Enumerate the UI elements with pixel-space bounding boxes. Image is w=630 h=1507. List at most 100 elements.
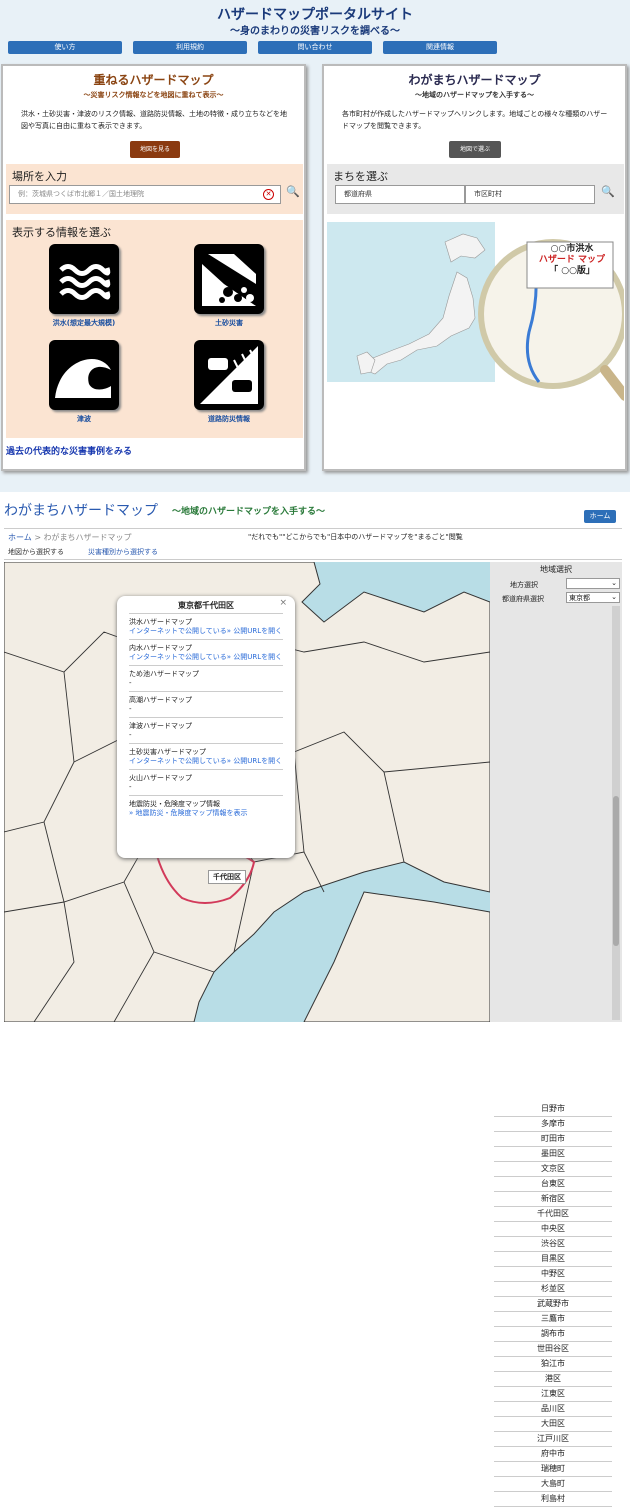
japan-map-image[interactable]: ○○市洪水 ハザード マップ 「 ○○版」 xyxy=(327,222,624,466)
choose-on-map-button[interactable]: 地図で選ぶ xyxy=(449,141,501,158)
list-scrollbar[interactable] xyxy=(612,606,620,1020)
popup-item: 津波ハザードマップ - xyxy=(129,718,283,744)
municipality-item[interactable]: 中野区 xyxy=(494,1267,612,1282)
tsunami-icon[interactable] xyxy=(49,340,119,410)
chevron-down-icon: ⌄ xyxy=(611,593,617,601)
magnifier-line: ハザード マップ xyxy=(538,255,606,265)
municipality-item[interactable]: 港区 xyxy=(494,1372,612,1387)
hazard-label[interactable]: 津波 xyxy=(29,414,139,424)
home-button[interactable]: ホーム xyxy=(584,510,616,523)
site-title: ハザードマップポータルサイト xyxy=(217,7,413,23)
municipality-item[interactable]: 新宿区 xyxy=(494,1192,612,1207)
scrollbar-thumb[interactable] xyxy=(613,796,619,946)
nav-related[interactable]: 関連情報 xyxy=(383,41,497,54)
item-link[interactable]: インターネットで公開している» 公開URLを開く xyxy=(129,653,283,662)
municipality-item[interactable]: 文京区 xyxy=(494,1162,612,1177)
municipality-item[interactable]: 府中市 xyxy=(494,1447,612,1462)
area-label: 地方選択 xyxy=(510,581,538,589)
municipality-item[interactable]: 大田区 xyxy=(494,1417,612,1432)
municipality-item[interactable]: 狛江市 xyxy=(494,1357,612,1372)
municipality-item[interactable]: 世田谷区 xyxy=(494,1342,612,1357)
flood-icon[interactable] xyxy=(49,244,119,314)
overlay-map-panel: 重ねるハザードマップ 〜災害リスク情報などを地図に重ねて表示〜 洪水・土砂災害・… xyxy=(1,64,306,471)
municipality-item[interactable]: 杉並区 xyxy=(494,1282,612,1297)
municipality-item[interactable]: 大島町 xyxy=(494,1477,612,1492)
item-link[interactable]: インターネットで公開している» 公開URLを開く xyxy=(129,627,283,636)
municipality-item[interactable]: 調布市 xyxy=(494,1327,612,1342)
place-box: 場所を入力 例：茨城県つくば市北郷１／国土地理院 ✕ 🔍 xyxy=(6,164,303,214)
search-icon[interactable]: 🔍 xyxy=(284,185,302,204)
municipality-item[interactable]: 千代田区 xyxy=(494,1207,612,1222)
tab-hazard-type[interactable]: 災害種別から選択する xyxy=(88,547,158,557)
place-search-input[interactable]: 例：茨城県つくば市北郷１／国土地理院 xyxy=(9,185,281,204)
nav-contact[interactable]: 問い合わせ xyxy=(258,41,372,54)
municipality-item[interactable]: 墨田区 xyxy=(494,1147,612,1162)
area-popup: × 東京都千代田区 洪水ハザードマップ インターネットで公開している» 公開URL… xyxy=(117,596,295,858)
municipality-item[interactable]: 日野市 xyxy=(494,1102,612,1117)
portal-section: ハザードマップポータルサイト 〜身のまわりの災害リスクを調べる〜 使い方 利用規… xyxy=(0,0,630,492)
view-map-button[interactable]: 地図を見る xyxy=(130,141,180,158)
info-heading: 表示する情報を選ぶ xyxy=(12,226,111,239)
popup-item: 高潮ハザードマップ - xyxy=(129,692,283,718)
magnifier-text: ○○市洪水 ハザード マップ 「 ○○版」 xyxy=(532,244,612,277)
city-select[interactable]: 市区町村 xyxy=(465,185,595,204)
nav-usage[interactable]: 使い方 xyxy=(8,41,122,54)
municipality-item[interactable]: 目黒区 xyxy=(494,1252,612,1267)
local-map-panel: わがまちハザードマップ 〜地域のハザードマップを入手する〜 各市町村が作成したハ… xyxy=(322,64,627,471)
past-disasters-link[interactable]: 過去の代表的な災害事例をみる xyxy=(6,444,132,457)
breadcrumb-home[interactable]: ホーム xyxy=(8,533,32,542)
municipality-item[interactable]: 品川区 xyxy=(494,1402,612,1417)
popup-item: 洪水ハザードマップ インターネットで公開している» 公開URLを開く xyxy=(129,614,283,640)
municipality-item[interactable]: 江戸川区 xyxy=(494,1432,612,1447)
item-name: ため池ハザードマップ xyxy=(129,670,199,678)
page-title: わがまちハザードマップ xyxy=(4,503,158,519)
prefecture-select[interactable]: 都道府県 xyxy=(335,185,465,204)
search-icon[interactable]: 🔍 xyxy=(599,185,617,204)
municipality-item[interactable]: 瑞穂町 xyxy=(494,1462,612,1477)
chevron-down-icon: ⌄ xyxy=(611,579,617,587)
town-box: まちを選ぶ 都道府県 市区町村 🔍 xyxy=(327,164,624,214)
panel-desc: 洪水・土砂災害・津波のリスク情報、道路防災情報、土地の特徴・成り立ちなどを地図や… xyxy=(21,110,287,130)
road-icon[interactable] xyxy=(194,340,264,410)
hazard-label[interactable]: 土砂災害 xyxy=(174,318,284,328)
popup-item: 内水ハザードマップ インターネットで公開している» 公開URLを開く xyxy=(129,640,283,666)
municipality-item[interactable]: 利島村 xyxy=(494,1492,612,1507)
item-name: 高潮ハザードマップ xyxy=(129,696,192,704)
municipality-item[interactable]: 町田市 xyxy=(494,1132,612,1147)
local-hazard-page: わがまちハザードマップ 〜地域のハザードマップを入手する〜 ホーム ホーム > … xyxy=(0,498,630,1507)
pref-select[interactable]: 東京都 ⌄ xyxy=(566,592,620,603)
municipality-item[interactable]: 中央区 xyxy=(494,1222,612,1237)
clear-icon[interactable]: ✕ xyxy=(263,189,274,200)
popup-list: 洪水ハザードマップ インターネットで公開している» 公開URLを開く 内水ハザード… xyxy=(129,614,283,821)
area-select[interactable]: ⌄ xyxy=(566,578,620,589)
hazard-label[interactable]: 洪水(想定最大規模) xyxy=(29,318,139,328)
magnifier-line: ○○市洪水 xyxy=(550,244,594,254)
municipality-item[interactable]: 多摩市 xyxy=(494,1117,612,1132)
municipality-item[interactable]: 江東区 xyxy=(494,1387,612,1402)
region-heading: 地域選択 xyxy=(540,565,572,574)
hazard-label[interactable]: 道路防災情報 xyxy=(174,414,284,424)
panel-title: わがまちハザードマップ xyxy=(408,73,541,87)
slogan: "だれでも""どこからでも"日本中のハザードマップを"まるごと"閲覧 xyxy=(248,533,463,541)
region-map[interactable]: 千代田区 × 東京都千代田区 洪水ハザードマップ インターネットで公開している» … xyxy=(4,562,490,1022)
municipality-item[interactable]: 台東区 xyxy=(494,1177,612,1192)
item-link[interactable]: » 地震防災・危険度マップ情報を表示 xyxy=(129,809,283,818)
item-link: - xyxy=(129,731,132,739)
pref-label: 都道府県選択 xyxy=(502,595,544,603)
municipality-item[interactable]: 武蔵野市 xyxy=(494,1297,612,1312)
nav-terms[interactable]: 利用規約 xyxy=(133,41,247,54)
tab-map-select[interactable]: 地図から選択する xyxy=(8,547,64,557)
municipality-item[interactable]: 三鷹市 xyxy=(494,1312,612,1327)
municipality-item[interactable]: 渋谷区 xyxy=(494,1237,612,1252)
item-link[interactable]: インターネットで公開している» 公開URLを開く xyxy=(129,757,283,766)
town-heading: まちを選ぶ xyxy=(333,170,388,183)
item-link: - xyxy=(129,783,132,791)
site-subtitle: 〜身のまわりの災害リスクを調べる〜 xyxy=(230,26,400,37)
divider xyxy=(4,528,622,529)
close-icon[interactable]: × xyxy=(279,598,287,608)
landslide-icon[interactable] xyxy=(194,244,264,314)
region-sidebar: 地域選択 地方選択 ⌄ 都道府県選択 東京都 ⌄ xyxy=(490,562,622,1022)
map-label: 千代田区 xyxy=(208,870,246,884)
panel-tagline: 〜災害リスク情報などを地図に重ねて表示〜 xyxy=(83,91,224,99)
panel-desc: 各市町村が作成したハザードマップへリンクします。地域ごとの様々な種類のハザードマ… xyxy=(342,110,608,130)
